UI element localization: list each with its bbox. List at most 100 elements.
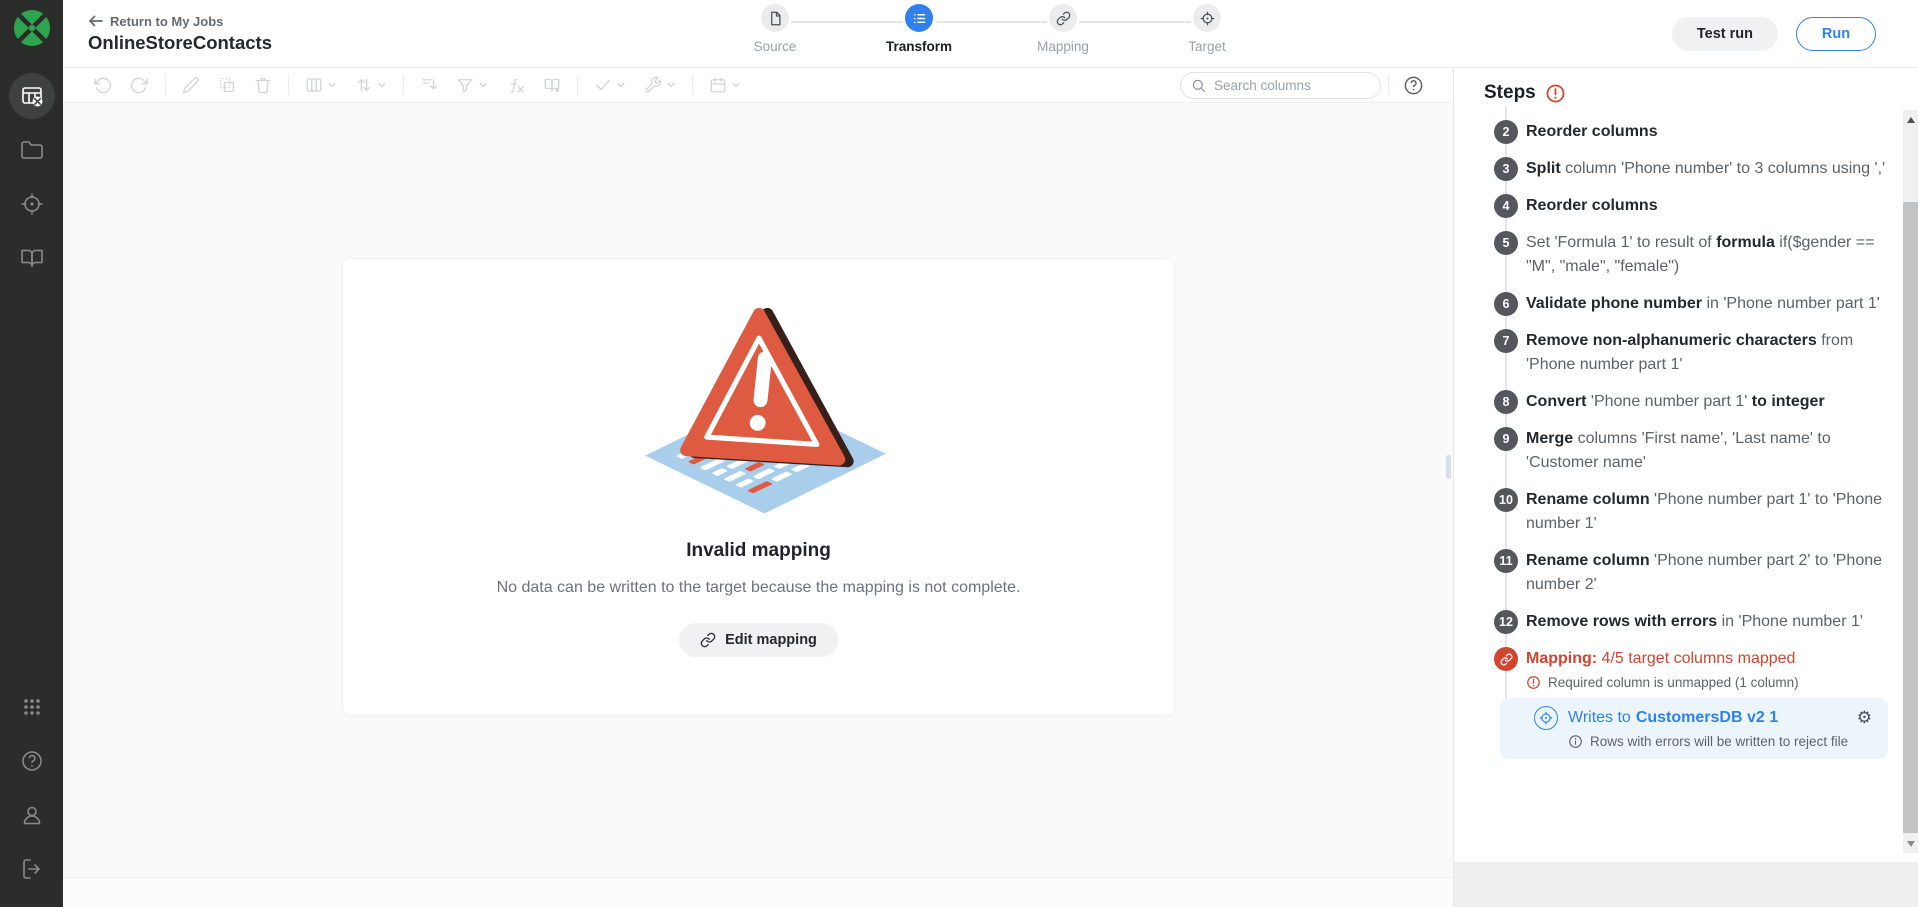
date-icon [709, 76, 727, 94]
step-item[interactable]: 4Reorder columns [1494, 194, 1902, 218]
search-columns-input[interactable] [1214, 78, 1370, 93]
empty-state-description: No data can be written to the target bec… [497, 579, 1021, 597]
test-run-button[interactable]: Test run [1672, 17, 1778, 51]
stepper-step-mapping[interactable]: Mapping [991, 4, 1135, 54]
redo-button[interactable] [121, 73, 158, 98]
sidebar-item-help[interactable] [9, 738, 55, 784]
step-item[interactable]: 3Split column 'Phone number' to 3 column… [1494, 157, 1902, 181]
step-item[interactable]: 9Merge columns 'First name', 'Last name'… [1494, 427, 1902, 475]
sort-menu-button[interactable] [346, 73, 396, 97]
sidebar-item-account[interactable] [9, 792, 55, 838]
stepper-step-target[interactable]: Target [1135, 4, 1279, 54]
fix-menu-button[interactable] [635, 73, 685, 97]
target-icon [20, 192, 44, 216]
apps-grid-icon [20, 695, 44, 719]
sidebar-item-targets[interactable] [9, 181, 55, 227]
writes-note: Rows with errors will be written to reje… [1568, 734, 1872, 749]
edit-icon [182, 76, 200, 94]
step-description: Set 'Formula 1' to result of formula if(… [1526, 231, 1888, 279]
duplicate-icon [218, 76, 236, 94]
step-item[interactable]: 2Reorder columns [1494, 120, 1902, 144]
alert-circle-icon [1526, 675, 1541, 690]
steps-panel-title: Steps [1484, 82, 1536, 104]
back-link-label: Return to My Jobs [110, 14, 223, 29]
sign-out-icon [20, 857, 44, 881]
step-item[interactable]: 7Remove non-alphanumeric characters from… [1494, 329, 1902, 377]
data-canvas: Invalid mapping No data can be written t… [63, 103, 1453, 907]
step-item[interactable]: 11Rename column 'Phone number part 2' to… [1494, 549, 1902, 597]
pipeline-stepper: Source Transform [703, 4, 1279, 54]
sidebar-item-projects[interactable] [9, 127, 55, 173]
step-description: Convert 'Phone number part 1' to integer [1526, 390, 1888, 414]
step-number-badge: 9 [1494, 427, 1518, 451]
step-item[interactable]: 8Convert 'Phone number part 1' to intege… [1494, 390, 1902, 414]
link-icon [700, 632, 716, 648]
fill-down-icon [420, 76, 438, 94]
date-menu-button[interactable] [700, 73, 750, 97]
duplicate-column-button[interactable] [209, 73, 245, 97]
columns-icon [305, 76, 323, 94]
validate-icon [594, 76, 612, 94]
lookup-button[interactable] [534, 73, 570, 97]
delete-column-button[interactable] [245, 73, 281, 97]
step-item[interactable]: 10Rename column 'Phone number part 1' to… [1494, 488, 1902, 536]
left-sidebar [0, 0, 63, 907]
chevron-down-icon [327, 80, 337, 90]
chevron-down-icon [731, 80, 741, 90]
undo-button[interactable] [84, 73, 121, 98]
step-description: Reorder columns [1526, 194, 1888, 218]
undo-icon [93, 76, 112, 95]
clover-logo-icon[interactable] [11, 7, 53, 49]
step-number-badge: 2 [1494, 120, 1518, 144]
step-number-badge: 3 [1494, 157, 1518, 181]
validate-menu-button[interactable] [585, 73, 635, 97]
transform-toolbar [63, 68, 1453, 103]
mapping-status-badge [1494, 647, 1518, 671]
chevron-down-icon [478, 80, 488, 90]
sidebar-item-sign-out[interactable] [9, 846, 55, 892]
sidebar-item-catalog[interactable] [9, 235, 55, 281]
edit-column-button[interactable] [173, 73, 209, 97]
formula-button[interactable] [497, 73, 534, 98]
writes-to-target-item[interactable]: Writes to CustomersDB v2 1 ⚙ Rows with e… [1500, 698, 1888, 759]
steps-list: 2Reorder columns3Split column 'Phone num… [1494, 120, 1902, 634]
arrow-left-icon [88, 15, 103, 27]
filter-menu-button[interactable] [447, 73, 497, 97]
lookup-icon [543, 76, 561, 94]
steps-timeline: 2Reorder columns3Split column 'Phone num… [1454, 120, 1918, 759]
step-number-badge: 12 [1494, 610, 1518, 634]
scroll-down-arrow[interactable] [1903, 836, 1918, 851]
stepper-step-source[interactable]: Source [703, 4, 847, 54]
sort-icon [355, 76, 373, 94]
invalid-mapping-card: Invalid mapping No data can be written t… [342, 258, 1175, 716]
step-item[interactable]: 5Set 'Formula 1' to result of formula if… [1494, 231, 1902, 279]
empty-state-title: Invalid mapping [686, 540, 831, 562]
filter-icon [456, 76, 474, 94]
mapping-status-item[interactable]: Mapping: 4/5 target columns mapped Requi… [1494, 647, 1902, 690]
folder-icon [20, 138, 44, 162]
back-to-jobs-link[interactable]: Return to My Jobs [88, 14, 272, 29]
fix-icon [644, 76, 662, 94]
columns-menu-button[interactable] [296, 73, 346, 97]
scroll-up-arrow[interactable] [1903, 112, 1918, 127]
target-settings-gear-icon[interactable]: ⚙ [1857, 710, 1872, 727]
help-button[interactable] [1402, 74, 1424, 96]
step-description: Validate phone number in 'Phone number p… [1526, 292, 1888, 316]
sidebar-item-apps[interactable] [9, 684, 55, 730]
fill-down-button[interactable] [411, 73, 447, 97]
list-icon [912, 11, 927, 26]
link-icon [1500, 653, 1513, 666]
sidebar-item-wrangler[interactable] [9, 73, 55, 119]
stepper-step-transform[interactable]: Transform [847, 4, 991, 54]
canvas-scrollbar-thumb[interactable] [1446, 455, 1451, 479]
step-item[interactable]: 6Validate phone number in 'Phone number … [1494, 292, 1902, 316]
step-item[interactable]: 12Remove rows with errors in 'Phone numb… [1494, 610, 1902, 634]
steps-horizontal-scrollbar [1454, 862, 1918, 907]
info-circle-icon [1568, 734, 1583, 749]
page-title: OnlineStoreContacts [88, 32, 272, 54]
step-description: Rename column 'Phone number part 1' to '… [1526, 488, 1888, 536]
chevron-down-icon [377, 80, 387, 90]
steps-scrollbar-thumb[interactable] [1903, 202, 1918, 833]
run-button[interactable]: Run [1796, 17, 1876, 51]
edit-mapping-button[interactable]: Edit mapping [679, 623, 838, 657]
